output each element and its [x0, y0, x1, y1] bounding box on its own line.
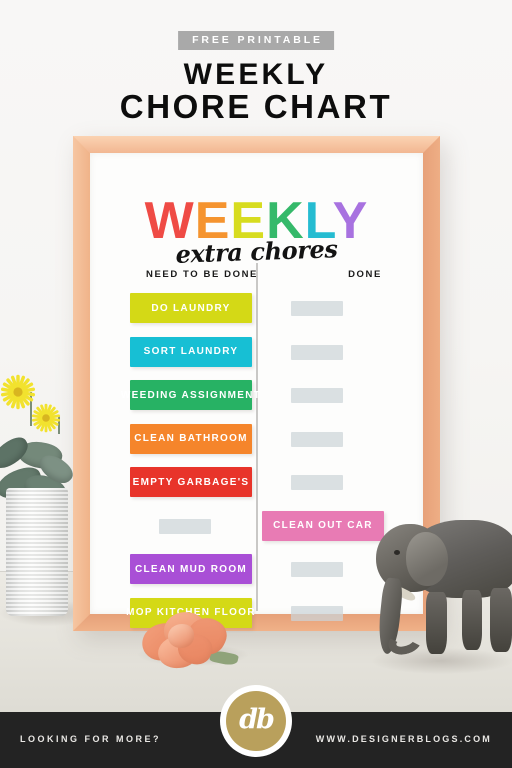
footer-website-url[interactable]: WWW.DESIGNERBLOGS.COM [316, 734, 492, 744]
chore-blank-line[interactable] [291, 475, 343, 490]
chore-bar[interactable]: DO LAUNDRY [130, 293, 252, 323]
chore-blank-line[interactable] [291, 301, 343, 316]
page-title-line2: CHORE CHART [119, 88, 393, 125]
footer-tagline: LOOKING FOR MORE? [20, 734, 161, 744]
chore-blank-line[interactable] [291, 562, 343, 577]
vase [6, 488, 68, 616]
brand-logo-monogram: db [226, 691, 286, 751]
page-title-line1: WEEKLY [183, 58, 329, 91]
chore-bar[interactable]: WEEDING ASSIGNMENT [121, 380, 260, 410]
elephant-leg-mid [462, 590, 482, 650]
chore-bar[interactable]: CLEAN BATHROOM [130, 423, 252, 454]
page-header: FREE PRINTABLE WEEKLY CHORE CHART [0, 0, 512, 130]
elephant-eye [394, 550, 400, 555]
chore-bar[interactable]: EMPTY GARBAGE'S [130, 467, 252, 497]
chore-bar[interactable]: CLEAN OUT CAR [262, 510, 384, 541]
elephant-leg-rear [490, 588, 512, 652]
elephant-ear [406, 532, 448, 586]
chore-bar[interactable]: CLEAN MUD ROOM [130, 554, 252, 584]
rose-petal [168, 624, 194, 648]
free-printable-badge: FREE PRINTABLE [178, 31, 334, 50]
elephant-figurine [370, 498, 512, 663]
chore-blank-line[interactable] [159, 518, 211, 534]
elephant-leg-front [426, 592, 447, 654]
daisy-center [42, 414, 50, 422]
chore-blank-line[interactable] [291, 605, 343, 621]
frame-edge-top [73, 136, 440, 153]
rose-flower [138, 608, 239, 670]
frame-edge-left [73, 136, 90, 631]
chore-bar[interactable]: SORT LAUNDRY [130, 336, 252, 367]
page-footer: LOOKING FOR MORE? WWW.DESIGNERBLOGS.COM … [0, 685, 512, 768]
brand-logo[interactable]: db [220, 685, 292, 757]
chore-blank-line[interactable] [291, 388, 343, 403]
daisy-center [13, 387, 23, 397]
chore-blank-line[interactable] [291, 344, 343, 360]
chore-blank-line[interactable] [291, 431, 343, 447]
